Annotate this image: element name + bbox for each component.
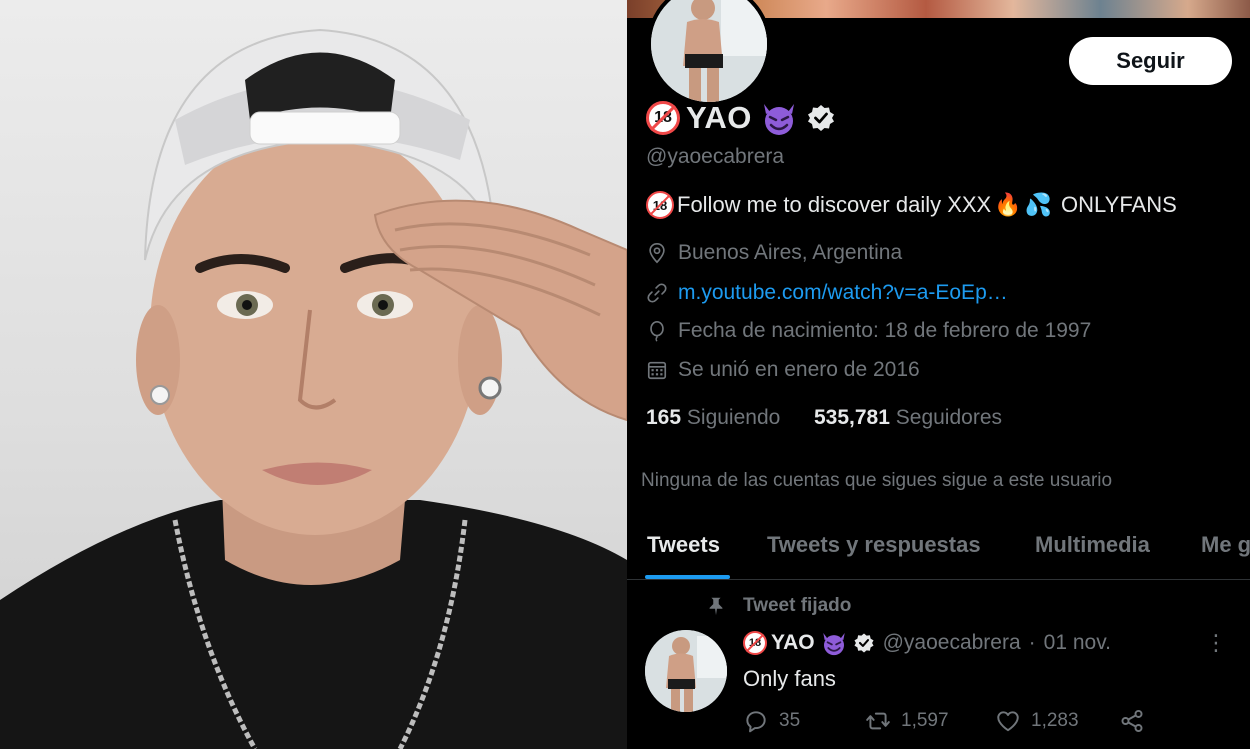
profile-handle: @yaoecabrera xyxy=(646,145,785,168)
heart-icon xyxy=(997,711,1019,732)
follow-counts: 165 Siguiendo 535,781 Seguidores xyxy=(646,406,1002,430)
profile-avatar[interactable] xyxy=(647,0,771,106)
following-link[interactable]: 165 Siguiendo xyxy=(646,406,780,429)
bio-text: Follow me to discover daily XXX xyxy=(677,192,992,217)
pin-icon xyxy=(709,597,723,616)
retweet-icon xyxy=(866,712,890,730)
tweet-author-handle[interactable]: @yaoecabrera xyxy=(883,631,1021,655)
tweet-text: Only fans xyxy=(743,666,836,691)
more-options-icon[interactable]: ⋮ xyxy=(1205,632,1227,654)
adults-only-18-icon: 18 xyxy=(646,101,680,135)
follow-button[interactable]: Seguir xyxy=(1069,37,1232,85)
following-count: 165 xyxy=(646,406,682,429)
portrait-illustration xyxy=(0,28,627,749)
adults-only-18-icon: 18 xyxy=(743,631,767,655)
smiling-devil-emoji-icon xyxy=(763,104,794,135)
location-text: Buenos Aires, Argentina xyxy=(678,241,903,264)
tab-likes[interactable]: Me g xyxy=(1201,532,1250,558)
reply-button[interactable]: 35 xyxy=(743,708,800,734)
following-label: Siguiendo xyxy=(686,406,781,429)
calendar-icon xyxy=(647,361,667,380)
followers-link[interactable]: 535,781 Seguidores xyxy=(814,406,1002,429)
like-count: 1,283 xyxy=(1031,710,1079,731)
reply-icon xyxy=(746,711,766,733)
adults-only-18-icon: 18 xyxy=(646,191,674,219)
share-button[interactable] xyxy=(1119,708,1145,734)
tweet-author-name[interactable]: YAO xyxy=(771,631,815,655)
tweet-header: 18 YAO @yaoecabrera · 01 nov. xyxy=(743,630,1111,656)
tweet-author-avatar[interactable] xyxy=(645,630,727,712)
profile-birthday: Fecha de nacimiento: 18 de febrero de 19… xyxy=(646,319,1091,343)
share-icon xyxy=(1121,709,1143,733)
joined-text: Se unió en enero de 2016 xyxy=(678,358,920,381)
profile-joined: Se unió en enero de 2016 xyxy=(646,358,920,382)
verified-badge-icon xyxy=(807,105,834,131)
followers-you-know-note: Ninguna de las cuentas que sigues sigue … xyxy=(641,470,1113,491)
profile-tabs: Tweets Tweets y respuestas Multimedia Me… xyxy=(627,510,1250,580)
retweet-button[interactable]: 1,597 xyxy=(865,708,949,734)
tweet-avatar-image xyxy=(645,630,727,712)
active-tab-indicator xyxy=(645,575,730,579)
profile-location: Buenos Aires, Argentina xyxy=(646,241,902,265)
tab-tweets[interactable]: Tweets xyxy=(647,532,720,558)
tweet-date[interactable]: 01 nov. xyxy=(1044,631,1111,655)
tweet-actions: 35 1,597 1,283 xyxy=(743,708,1163,738)
like-button[interactable]: 1,283 xyxy=(995,708,1079,734)
followers-label: Seguidores xyxy=(895,406,1003,429)
profile-website[interactable]: m.youtube.com/watch?v=a-EoEp… xyxy=(646,281,1008,305)
bio-suffix: ONLYFANS xyxy=(1061,192,1177,217)
pinned-label-text: Tweet fijado xyxy=(743,595,852,616)
reply-count: 35 xyxy=(779,710,801,731)
fire-emoji-icon: 🔥 xyxy=(994,192,1022,217)
smiling-devil-emoji-icon xyxy=(822,633,845,656)
tab-tweets-and-replies[interactable]: Tweets y respuestas xyxy=(767,532,981,558)
display-name: YAO xyxy=(686,100,752,135)
retweet-count: 1,597 xyxy=(901,710,949,731)
tweet-separator: · xyxy=(1028,631,1036,654)
verified-badge-icon xyxy=(854,633,874,653)
followers-count: 535,781 xyxy=(814,406,890,429)
balloon-icon xyxy=(650,321,664,342)
website-link[interactable]: m.youtube.com/watch?v=a-EoEp… xyxy=(678,281,1008,305)
avatar-image xyxy=(651,0,767,102)
profile-photo xyxy=(0,0,627,749)
location-pin-icon xyxy=(649,243,665,264)
twitter-profile-panel: Seguir 18 YAO @yaoecabrera 18 Follow me … xyxy=(627,0,1250,749)
link-icon xyxy=(647,283,667,303)
pinned-tweet-label: Tweet fijado xyxy=(705,595,851,617)
tab-media[interactable]: Multimedia xyxy=(1035,532,1150,558)
birthday-text: Fecha de nacimiento: 18 de febrero de 19… xyxy=(678,319,1092,342)
profile-name-row: 18 YAO xyxy=(646,96,836,140)
sweat-droplets-emoji-icon: 💦 xyxy=(1024,192,1053,217)
profile-bio: 18 Follow me to discover daily XXX 🔥 💦 O… xyxy=(646,191,1177,219)
